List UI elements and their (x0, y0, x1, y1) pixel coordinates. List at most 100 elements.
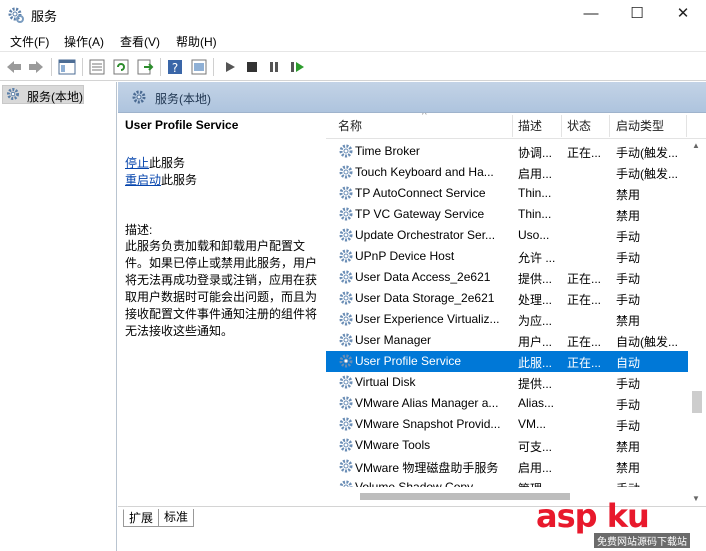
column-name[interactable]: 名称 (338, 117, 362, 134)
service-row[interactable]: Time Broker 协调... 正在... 手动(触发... (326, 141, 688, 162)
service-desc: Thin... (518, 207, 552, 221)
service-name: Time Broker (355, 144, 420, 158)
column-description[interactable]: 描述 (518, 117, 542, 134)
menu-help[interactable]: 帮助(H) (176, 33, 217, 50)
service-status: 正在... (567, 293, 602, 307)
console-icon[interactable] (189, 57, 209, 77)
maximize-button[interactable]: ☐ (614, 0, 660, 30)
column-startup-type[interactable]: 启动类型 (616, 117, 664, 134)
tab-extended[interactable]: 扩展 (123, 509, 160, 527)
service-row[interactable]: VMware Tools 可支... 禁用 (326, 435, 688, 456)
tree-item-services-local[interactable]: 服务(本地) (2, 85, 84, 104)
service-desc: 协调... (518, 146, 553, 160)
menu-view[interactable]: 查看(V) (120, 33, 160, 50)
service-startup-type: 手动 (616, 251, 641, 265)
stop-icon[interactable] (242, 57, 262, 77)
forward-icon[interactable] (26, 57, 46, 77)
scroll-thumb[interactable] (692, 391, 702, 413)
service-row[interactable]: Virtual Disk 提供... 手动 (326, 372, 688, 393)
service-gear-icon (338, 248, 354, 264)
service-row[interactable]: User Data Access_2e621 提供... 正在... 手动 (326, 267, 688, 288)
scroll-up-icon[interactable]: ▲ (692, 141, 700, 150)
pause-icon[interactable] (264, 57, 284, 77)
minimize-button[interactable]: — (568, 0, 614, 30)
watermark: asp ku 免费网站源码下载站 (536, 497, 706, 551)
service-name: User Experience Virtualiz... (355, 312, 500, 326)
service-gear-icon (338, 458, 354, 474)
restart-icon[interactable] (287, 57, 307, 77)
column-status[interactable]: 状态 (567, 117, 591, 134)
service-status: 正在... (567, 272, 602, 286)
service-gear-icon (338, 206, 354, 222)
service-row[interactable]: TP AutoConnect Service Thin... 禁用 (326, 183, 688, 204)
start-icon[interactable] (220, 57, 240, 77)
back-icon[interactable] (4, 57, 24, 77)
close-button[interactable]: ✕ (660, 0, 706, 30)
service-row[interactable]: User Profile Service 此服... 正在... 自动 (326, 351, 688, 372)
show-tree-icon[interactable] (57, 57, 77, 77)
service-row[interactable]: TP VC Gateway Service Thin... 禁用 (326, 204, 688, 225)
stop-action: 停止此服务 (125, 156, 186, 170)
service-startup-type: 禁用 (616, 461, 641, 475)
service-gear-icon (338, 374, 354, 390)
service-name: User Data Access_2e621 (355, 270, 491, 284)
service-desc: 启用... (518, 167, 553, 181)
menu-file[interactable]: 文件(F) (10, 33, 49, 50)
service-name: User Manager (355, 333, 432, 347)
service-row[interactable]: User Data Storage_2e621 处理... 正在... 手动 (326, 288, 688, 309)
service-name: VMware 物理磁盘助手服务 (355, 461, 499, 475)
service-row[interactable]: VMware 物理磁盘助手服务 启用... 禁用 (326, 456, 688, 477)
export-icon[interactable] (135, 57, 155, 77)
service-row[interactable]: Touch Keyboard and Ha... 启用... 手动(触发... (326, 162, 688, 183)
service-startup-type: 手动(触发... (616, 167, 678, 181)
service-startup-type: 禁用 (616, 314, 641, 328)
stop-service-link[interactable]: 停止 (125, 156, 149, 170)
service-gear-icon (338, 269, 354, 285)
toolbar: ? (0, 53, 706, 81)
service-row[interactable]: VMware Snapshot Provid... VM... 手动 (326, 414, 688, 435)
description-label: 描述: (125, 223, 153, 237)
properties-icon[interactable] (87, 57, 107, 77)
service-desc: 用户... (518, 335, 553, 349)
service-startup-type: 自动 (616, 356, 641, 370)
selected-service-name: User Profile Service (125, 118, 239, 132)
svg-text:?: ? (172, 61, 178, 75)
restart-action: 重启动此服务 (125, 173, 198, 187)
service-startup-type: 手动 (616, 398, 641, 412)
service-row[interactable]: User Experience Virtualiz... 为应... 禁用 (326, 309, 688, 330)
restart-service-link[interactable]: 重启动 (125, 173, 161, 187)
service-startup-type: 自动(触发... (616, 335, 678, 349)
service-status: 正在... (567, 146, 602, 160)
service-row[interactable]: VMware Alias Manager a... Alias... 手动 (326, 393, 688, 414)
refresh-icon[interactable] (111, 57, 131, 77)
service-startup-type: 手动 (616, 419, 641, 433)
service-name: VMware Snapshot Provid... (355, 417, 501, 431)
service-startup-type: 手动(触发... (616, 146, 678, 160)
menu-action[interactable]: 操作(A) (64, 33, 104, 50)
tab-standard[interactable]: 标准 (158, 509, 195, 527)
service-row[interactable]: UPnP Device Host 允许 ... 手动 (326, 246, 688, 267)
service-gear-icon (338, 164, 354, 180)
service-name: TP AutoConnect Service (355, 186, 486, 200)
service-desc: 启用... (518, 461, 553, 475)
service-row[interactable]: Update Orchestrator Ser... Uso... 手动 (326, 225, 688, 246)
service-name: UPnP Device Host (355, 249, 455, 263)
watermark-subtitle: 免费网站源码下载站 (594, 533, 690, 548)
services-list: ^ 名称 描述 状态 启动类型 Time Broker 协调... 正在... 手动(… (326, 113, 706, 506)
service-row[interactable]: User Manager 用户... 正在... 自动(触发... (326, 330, 688, 351)
vertical-scrollbar[interactable]: ▲ ▼ (688, 139, 706, 506)
help-icon[interactable]: ? (165, 57, 185, 77)
service-desc: Alias... (518, 396, 555, 410)
service-desc: 为应... (518, 314, 553, 328)
service-desc: Thin... (518, 186, 552, 200)
service-desc: 提供... (518, 272, 553, 286)
service-name: TP VC Gateway Service (355, 207, 485, 221)
service-gear-icon (338, 143, 354, 159)
menu-bar: 文件(F) 操作(A) 查看(V) 帮助(H) (0, 30, 706, 52)
service-name: Virtual Disk (355, 375, 416, 389)
service-desc: 处理... (518, 293, 553, 307)
services-gear-icon (8, 7, 24, 23)
service-name: User Profile Service (355, 354, 462, 368)
service-gear-icon (338, 437, 354, 453)
window-title: 服务 (31, 9, 58, 24)
